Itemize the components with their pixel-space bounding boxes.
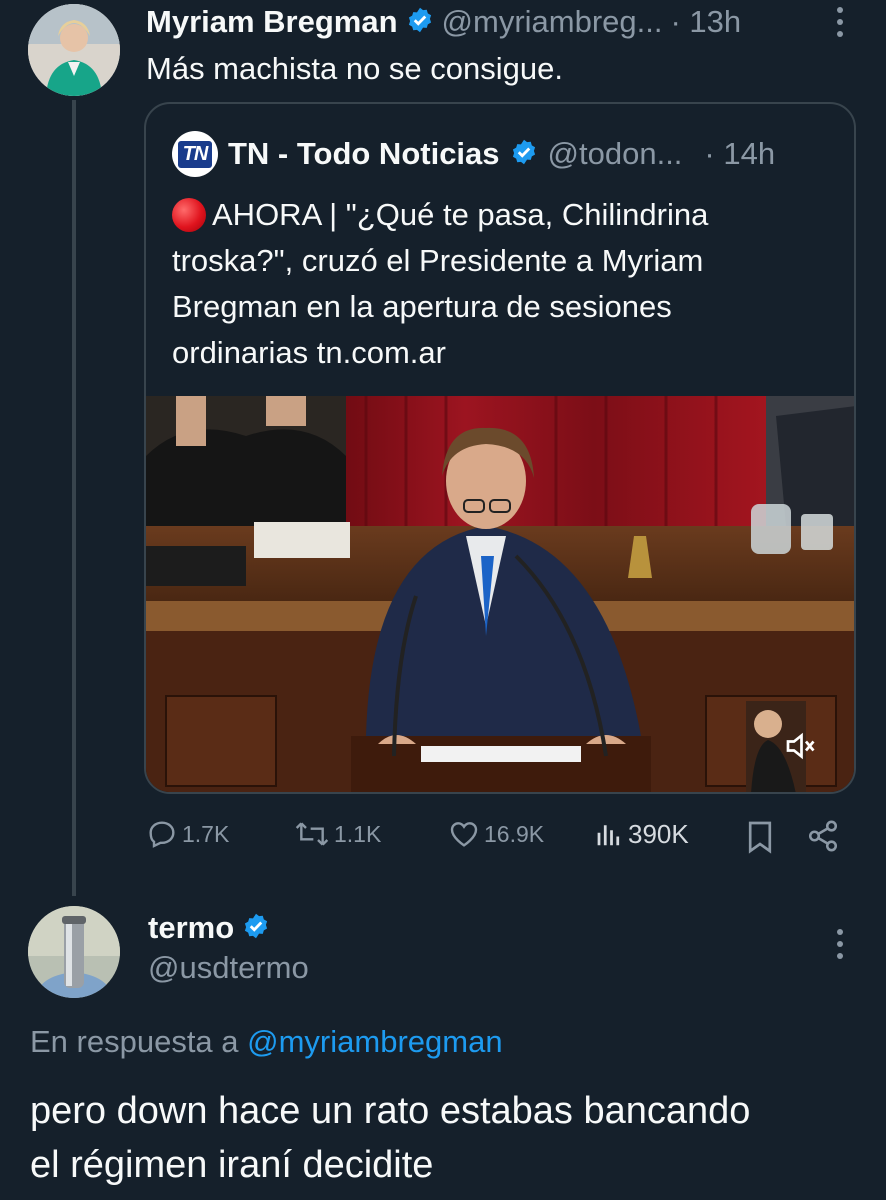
quote-author-handle[interactable]: @todon...	[548, 136, 683, 172]
tn-logo-text: TN	[177, 140, 213, 168]
reply-text: pero down hace un rato estabas bancando …	[30, 1084, 750, 1192]
author-handle[interactable]: @myriambreg...	[442, 4, 663, 40]
quote-time[interactable]: · 14h	[704, 136, 775, 172]
bookmark-icon	[748, 821, 772, 854]
reply-count: 1.7K	[182, 820, 230, 847]
quote-text-line1: AHORA | "¿Qué te pasa, Chilindrina	[212, 197, 709, 232]
retweet-button[interactable]: 1.1K	[294, 818, 381, 850]
like-button[interactable]: 16.9K	[448, 818, 544, 850]
tweet-header: Myriam Bregman @myriambreg... · 13h	[146, 0, 741, 44]
tweet-time[interactable]: · 13h	[670, 4, 741, 40]
reply-author-name[interactable]: termo	[148, 910, 234, 946]
like-count: 16.9K	[484, 820, 545, 847]
reply-header: termo	[148, 906, 270, 950]
reply-to-prefix: En respuesta a	[30, 1024, 248, 1059]
author-name[interactable]: Myriam Bregman	[146, 4, 398, 40]
views-icon	[597, 825, 620, 846]
retweet-count: 1.1K	[334, 820, 382, 847]
mute-icon[interactable]	[782, 728, 818, 764]
quote-text: AHORA | "¿Qué te pasa, Chilindrina trosk…	[172, 192, 842, 376]
quote-text-line4: ordinarias tn.com.ar	[172, 335, 446, 370]
reply-button[interactable]: 1.7K	[146, 818, 229, 850]
tn-logo[interactable]: TN	[172, 131, 218, 177]
share-button[interactable]	[806, 818, 840, 859]
reply-icon	[149, 821, 175, 848]
bookmark-button[interactable]	[746, 820, 774, 859]
in-reply-to: En respuesta a @myriambregman	[30, 1024, 503, 1060]
like-icon	[450, 822, 478, 847]
thread-line	[72, 100, 76, 896]
verified-icon	[242, 912, 270, 945]
verified-icon	[406, 6, 434, 39]
live-dot-icon	[172, 198, 206, 232]
video-frame	[146, 396, 854, 792]
retweet-icon	[295, 822, 329, 846]
views-button[interactable]: 390K	[594, 818, 689, 850]
reply-to-mention[interactable]: @myriambregman	[247, 1024, 502, 1059]
quote-header: TN TN - Todo Noticias @todon... · 14h	[172, 131, 775, 177]
more-icon[interactable]	[828, 926, 852, 962]
avatar-myriam[interactable]	[28, 4, 120, 96]
reply-author-handle[interactable]: @usdtermo	[148, 950, 309, 986]
tweet-text: Más machista no se consigue.	[146, 51, 563, 86]
more-icon[interactable]	[828, 4, 852, 44]
quote-text-line3: Bregman en la apertura de sesiones	[172, 289, 672, 324]
reply-text-line2: el régimen iraní decidite	[30, 1144, 434, 1186]
avatar-termo[interactable]	[28, 906, 120, 998]
quoted-tweet-card[interactable]: TN TN - Todo Noticias @todon... · 14h AH…	[144, 102, 856, 794]
verified-icon	[510, 138, 538, 171]
quote-video[interactable]	[146, 396, 854, 792]
views-count: 390K	[628, 818, 689, 849]
quote-text-line2: troska?", cruzó el Presidente a Myriam	[172, 243, 704, 278]
share-icon	[808, 820, 838, 852]
quote-author-name[interactable]: TN - Todo Noticias	[228, 136, 500, 172]
reply-text-line1: pero down hace un rato estabas bancando	[30, 1090, 751, 1132]
